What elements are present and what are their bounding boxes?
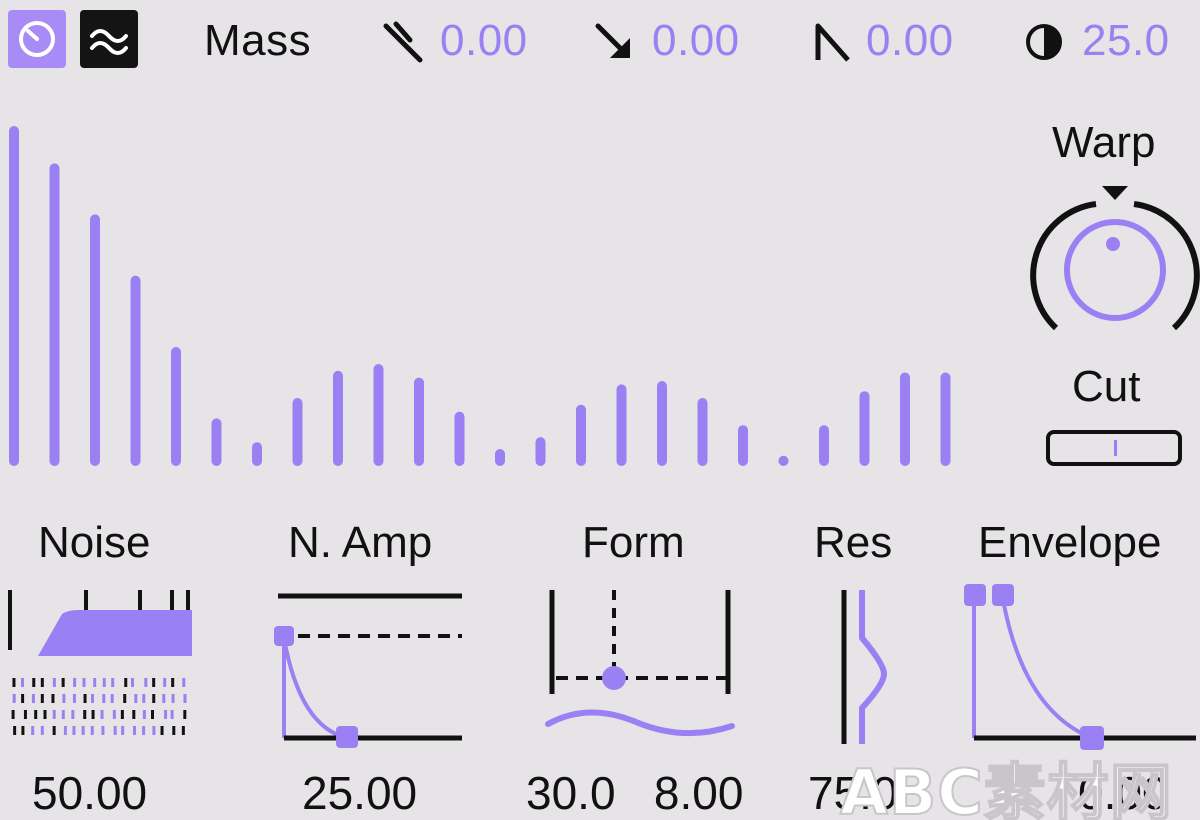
spectrum-bar[interactable] xyxy=(171,347,181,466)
half-circle-icon xyxy=(1026,24,1062,60)
param-3-value[interactable]: 0.00 xyxy=(866,16,954,66)
noise-label: Noise xyxy=(38,518,151,567)
spectrum-bar[interactable] xyxy=(859,391,870,466)
spectrum-bar[interactable] xyxy=(90,214,100,466)
spectrum-bar[interactable] xyxy=(9,126,19,466)
envelope-graph[interactable] xyxy=(960,580,1200,750)
cut-label: Cut xyxy=(1072,362,1141,411)
spectrum-bar[interactable] xyxy=(738,425,748,466)
tuning-fork-icon xyxy=(383,21,423,63)
spectrum-bar[interactable] xyxy=(576,404,586,466)
spectrum-bar[interactable] xyxy=(616,384,627,466)
mode-b-button[interactable] xyxy=(80,10,138,68)
spectrum-bar[interactable] xyxy=(252,442,262,466)
mode-a-button[interactable] xyxy=(8,10,66,68)
param-1-value[interactable]: 0.00 xyxy=(440,16,528,66)
warp-knob[interactable] xyxy=(1030,182,1200,342)
spectrum-bar[interactable] xyxy=(130,275,141,466)
spectrum-bar[interactable] xyxy=(333,370,343,466)
res-graph[interactable] xyxy=(830,588,900,748)
spectrum-bar[interactable] xyxy=(940,372,951,467)
spectrum-bar[interactable] xyxy=(49,163,60,466)
envelope-attack-handle[interactable] xyxy=(964,584,986,606)
spectrum-bar[interactable] xyxy=(657,381,667,466)
partials-spectrum[interactable] xyxy=(0,110,1000,470)
envelope-label: Envelope xyxy=(978,518,1162,567)
warp-label: Warp xyxy=(1052,118,1156,167)
spectrum-bar[interactable] xyxy=(819,425,829,466)
param-4-value[interactable]: 25.0 xyxy=(1082,16,1170,66)
cut-slider[interactable] xyxy=(1046,430,1182,466)
cut-slider-handle[interactable] xyxy=(1114,440,1117,456)
res-label: Res xyxy=(814,518,893,567)
spectrum-bar[interactable] xyxy=(292,398,303,466)
envelope-hold-handle[interactable] xyxy=(992,584,1014,606)
namp-value[interactable]: 25.00 xyxy=(302,766,417,820)
param-2-value[interactable]: 0.00 xyxy=(652,16,740,66)
form-value[interactable]: 30.0 8.00 xyxy=(526,766,743,820)
watermark: ABC素材网 xyxy=(839,755,1173,820)
tempo-dial-icon xyxy=(19,21,55,57)
namp-end-handle[interactable] xyxy=(336,726,358,748)
decay-slope-icon xyxy=(815,23,850,62)
namp-graph[interactable] xyxy=(270,588,470,748)
wave-icon xyxy=(90,29,128,55)
form-label: Form xyxy=(582,518,685,567)
spectrum-bar[interactable] xyxy=(454,411,465,466)
noise-value[interactable]: 50.00 xyxy=(32,766,147,820)
spectrum-bar[interactable] xyxy=(373,364,384,466)
namp-start-handle[interactable] xyxy=(274,626,294,646)
form-graph[interactable] xyxy=(540,588,740,748)
spectrum-bar[interactable] xyxy=(697,398,708,466)
noise-graph[interactable] xyxy=(0,588,200,748)
spectrum-bar[interactable] xyxy=(535,437,546,466)
spectrum-bar[interactable] xyxy=(211,418,222,466)
namp-label: N. Amp xyxy=(288,518,433,567)
device-title: Mass xyxy=(204,16,312,65)
spectrum-bar[interactable] xyxy=(900,372,910,467)
spectrum-bar[interactable] xyxy=(414,377,424,466)
spectrum-bar[interactable] xyxy=(495,449,505,466)
arrow-down-right-icon xyxy=(595,23,630,58)
form-handle[interactable] xyxy=(602,666,626,690)
spectrum-bar[interactable] xyxy=(778,455,789,466)
